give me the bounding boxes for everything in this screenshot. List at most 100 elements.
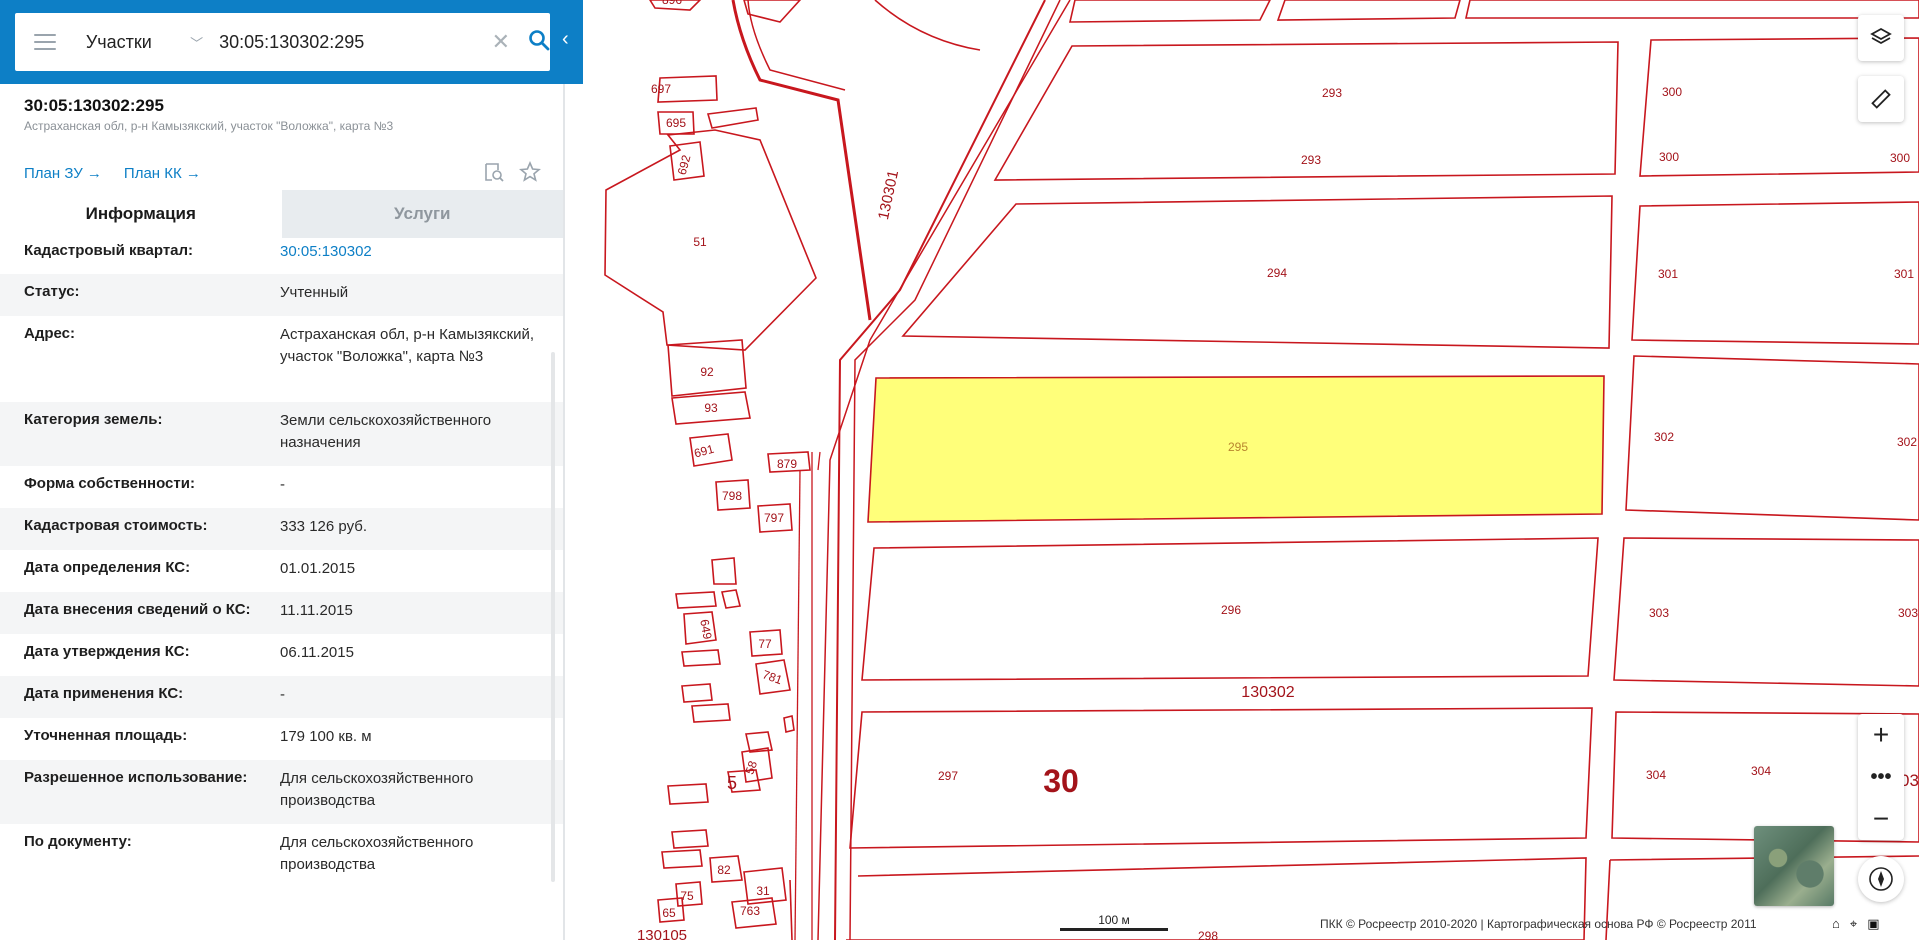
home-icon[interactable]: ⌂	[1832, 916, 1840, 932]
menu-icon[interactable]	[34, 34, 56, 50]
panel-actions	[483, 161, 541, 183]
parcel-294[interactable]	[901, 195, 1613, 349]
info-key: Дата применения КС:	[24, 685, 184, 702]
favorite-star-icon[interactable]	[519, 161, 541, 183]
info-value: Учтенный	[280, 284, 349, 301]
parcel-shape	[681, 683, 713, 703]
info-value: Для сельскохозяйственного производства	[280, 770, 474, 809]
locate-icon[interactable]: ⌖	[1850, 916, 1857, 932]
info-row: Категория земель: Земли сельскохозяйстве…	[0, 402, 563, 466]
info-value: Для сельскохозяйственного производства	[280, 834, 474, 873]
parcel-label: 301	[1658, 267, 1678, 281]
layers-icon	[1870, 27, 1892, 45]
boundary-line	[874, 0, 981, 51]
quarter-label: 130105	[637, 927, 687, 940]
parcel-label: 303	[1649, 606, 1669, 620]
parcel-label: 93	[704, 401, 718, 415]
road-line	[731, 0, 872, 321]
info-value: Астраханская обл, р-н Камызякский, участ…	[280, 326, 535, 365]
boundary-line	[789, 879, 793, 940]
parcel-label: 92	[700, 365, 714, 379]
zoom-in-button[interactable]: +	[1858, 714, 1904, 756]
panel-tabs: Информация Услуги	[0, 190, 563, 238]
parcel-label: 304	[1751, 764, 1771, 778]
fullscreen-icon[interactable]: ▣	[1867, 916, 1879, 932]
layer-select[interactable]: Участки ﹀	[86, 32, 203, 53]
parcel-label: 797	[764, 511, 784, 525]
parcel-297[interactable]	[849, 707, 1593, 849]
info-row: По документу: Для сельскохозяйственного …	[0, 824, 563, 888]
search-header: Участки ﹀ ✕ ‹	[0, 0, 583, 84]
info-value: 01.01.2015	[280, 560, 356, 577]
info-row: Уточненная площадь: 179 100 кв. м	[0, 718, 563, 760]
parcel-label: 649	[697, 618, 714, 640]
parcel-label: 82	[717, 863, 731, 877]
more-button[interactable]: •••	[1858, 756, 1904, 798]
basemap-switch-thumbnail[interactable]	[1754, 826, 1834, 906]
parcel-shape	[667, 783, 709, 805]
info-value: Земли сельскохозяйственного назначения	[280, 412, 492, 451]
collapse-panel-button[interactable]: ‹	[562, 28, 569, 51]
region-label: 30	[1043, 763, 1079, 799]
info-row: Адрес: Астраханская обл, р-н Камызякский…	[0, 316, 563, 402]
search-icon	[529, 29, 550, 50]
parcel-shape	[1276, 0, 1461, 21]
parcel-shape	[711, 557, 737, 585]
parcel-label: 300	[1659, 150, 1679, 164]
tab-information[interactable]: Информация	[0, 190, 282, 238]
layers-button[interactable]	[1858, 15, 1904, 61]
search-input[interactable]	[217, 30, 480, 54]
info-value: -	[280, 686, 285, 703]
info-list: Кадастровый квартал: 30:05:130302 Статус…	[0, 238, 563, 888]
info-row: Дата применения КС: -	[0, 676, 563, 718]
compass-button[interactable]	[1858, 856, 1904, 902]
chevron-down-icon: ﹀	[190, 35, 204, 51]
parcel-shape	[691, 703, 731, 723]
parcel-shape	[706, 107, 759, 129]
parcel-label: 298	[1198, 929, 1218, 940]
plan-zu-link[interactable]: План ЗУ →	[24, 165, 102, 182]
info-key: Уточненная площадь:	[24, 727, 188, 744]
parcel-label: 293	[1301, 153, 1321, 167]
road-line	[811, 451, 821, 940]
info-key: Дата утверждения КС:	[24, 643, 190, 660]
compass-icon	[1869, 867, 1893, 891]
parcel-label: 781	[761, 667, 785, 687]
quarter-label: 130301	[875, 169, 902, 222]
info-key: Разрешенное использование:	[24, 769, 248, 786]
zoom-out-button[interactable]: −	[1858, 798, 1904, 840]
info-key: Кадастровая стоимость:	[24, 517, 208, 534]
cadastral-quarter-link[interactable]: 30:05:130302	[280, 238, 539, 274]
parcel-51[interactable]	[604, 129, 817, 351]
parcel-shape	[1068, 0, 1271, 23]
parcel-label: 31	[756, 884, 770, 898]
parcel-label: 5	[727, 773, 737, 793]
plan-kk-link[interactable]: План КК →	[124, 165, 201, 182]
object-address: Астраханская обл, р-н Камызякский, участ…	[24, 119, 394, 133]
tab-services[interactable]: Услуги	[281, 190, 563, 238]
parcel-shape	[681, 649, 721, 667]
parcel-shape	[783, 715, 795, 733]
measure-button[interactable]	[1858, 76, 1904, 122]
parcel-label: 300	[1890, 151, 1910, 165]
parcel-label: 691	[692, 442, 715, 461]
search-button[interactable]	[528, 29, 550, 56]
panel-scrollbar[interactable]	[551, 352, 555, 882]
parcel-label: 75	[680, 889, 694, 903]
parcel-label: 695	[666, 116, 686, 130]
info-key: По документу:	[24, 833, 132, 850]
parcel-shape	[671, 829, 709, 849]
info-key: Дата определения КС:	[24, 559, 191, 576]
parcel-label: 879	[777, 457, 797, 471]
info-key: Статус:	[24, 283, 80, 300]
info-key: Кадастровый квартал:	[24, 242, 194, 259]
clear-search-button[interactable]: ✕	[492, 29, 510, 55]
info-panel: Участки ﹀ ✕ ‹ 30:05:130302:295 Астраханс…	[0, 0, 583, 940]
parcel-label: 297	[938, 769, 958, 783]
info-value: 179 100 кв. м	[280, 728, 372, 745]
parcel-shape	[743, 0, 802, 23]
zoom-to-object-icon[interactable]	[483, 161, 505, 183]
parcel-label: 65	[662, 906, 676, 920]
scale-line	[1060, 928, 1168, 931]
info-value: 11.11.2015	[280, 602, 353, 619]
